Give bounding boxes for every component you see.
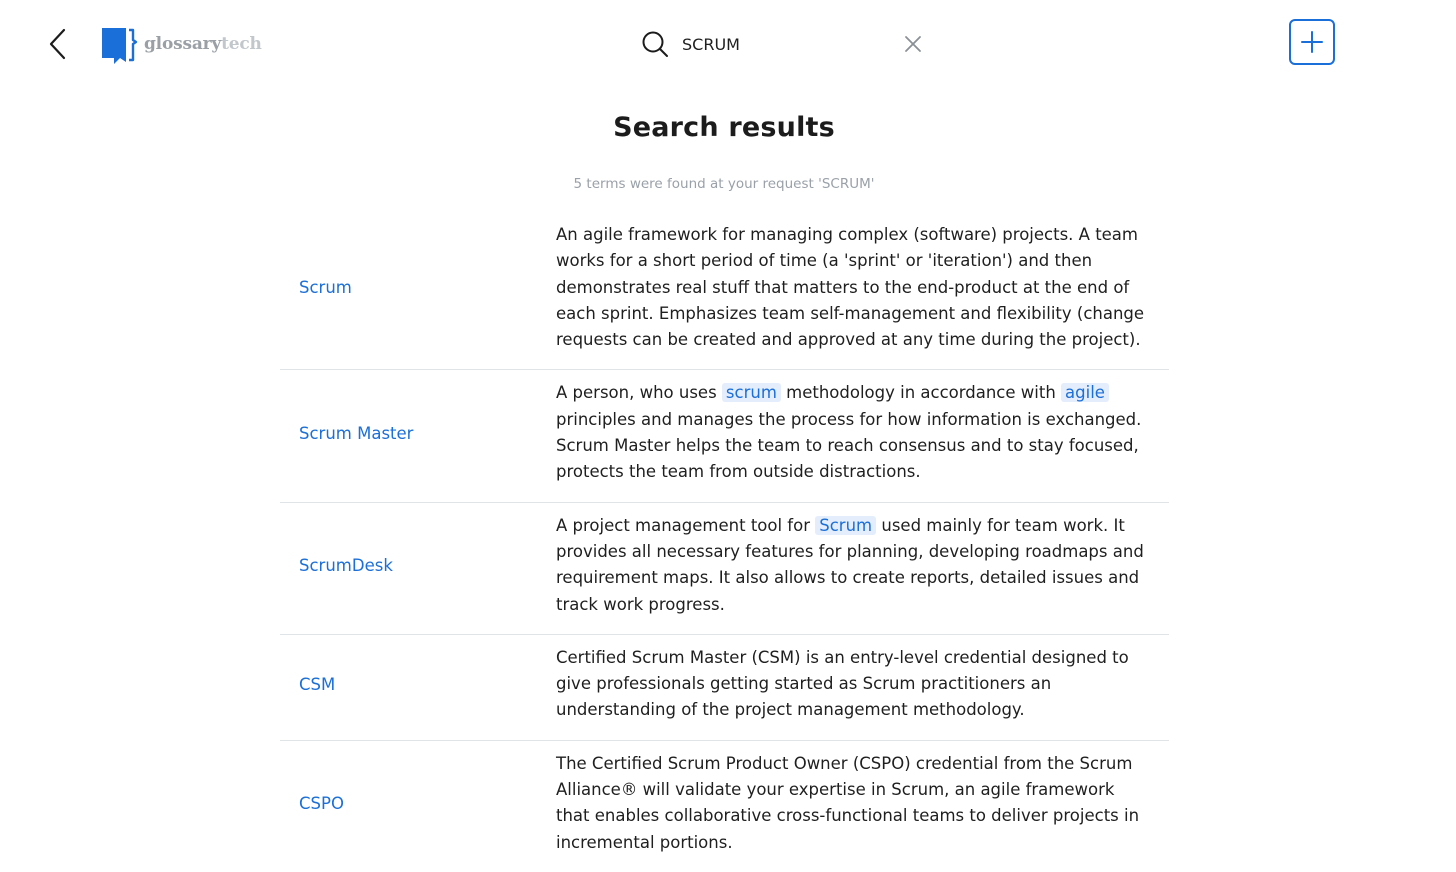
definition-text: methodology in accordance with xyxy=(780,383,1062,403)
back-button[interactable] xyxy=(42,26,76,62)
inline-term-link[interactable]: scrum xyxy=(721,383,781,403)
result-row: CSPO The Certified Scrum Product Owner (C… xyxy=(280,741,1169,872)
result-definition: A project management tool for Scrum used… xyxy=(556,513,1146,618)
search-bar xyxy=(640,26,940,62)
result-row: ScrumDesk A project management tool for S… xyxy=(280,503,1169,635)
close-icon[interactable] xyxy=(902,33,924,55)
top-bar: glossarytech xyxy=(0,0,1456,88)
definition-text: Certified Scrum Master (CSM) is an entry… xyxy=(556,647,1129,720)
search-input[interactable] xyxy=(682,30,892,58)
results-summary: 5 terms were found at your request 'SCRU… xyxy=(573,176,875,192)
definition-text: A person, who uses xyxy=(556,383,722,403)
result-row: Scrum Master A person, who uses scrum met… xyxy=(280,370,1169,503)
results-list: Scrum An agile framework for managing com… xyxy=(280,212,1169,872)
page-title: Search results xyxy=(613,112,835,143)
logo-text-secondary: tech xyxy=(221,33,262,54)
result-definition: The Certified Scrum Product Owner (CSPO)… xyxy=(556,751,1146,856)
result-definition: Certified Scrum Master (CSM) is an entry… xyxy=(556,645,1146,724)
result-term-link[interactable]: CSM xyxy=(280,675,556,694)
add-term-button[interactable] xyxy=(1289,19,1335,65)
result-definition: A person, who uses scrum methodology in … xyxy=(556,380,1146,485)
definition-text: A project management tool for xyxy=(556,515,816,535)
logo[interactable]: glossarytech xyxy=(100,24,262,66)
logo-wordmark: glossarytech xyxy=(144,34,262,54)
result-term-link[interactable]: ScrumDesk xyxy=(280,556,556,575)
result-term-link[interactable]: Scrum xyxy=(280,278,556,297)
inline-term-link[interactable]: agile xyxy=(1061,383,1109,403)
result-term-link[interactable]: Scrum Master xyxy=(280,424,556,443)
definition-text: The Certified Scrum Product Owner (CSPO)… xyxy=(556,753,1140,852)
definition-text: An agile framework for managing complex … xyxy=(556,225,1145,350)
result-row: Scrum An agile framework for managing com… xyxy=(280,212,1169,371)
logo-text-primary: glossary xyxy=(144,33,222,54)
search-icon xyxy=(642,31,668,57)
result-definition: An agile framework for managing complex … xyxy=(556,222,1146,353)
inline-term-link[interactable]: Scrum xyxy=(815,515,877,535)
result-term-link[interactable]: CSPO xyxy=(280,794,556,813)
result-row: CSM Certified Scrum Master (CSM) is an en… xyxy=(280,635,1169,741)
plus-icon xyxy=(1301,31,1323,53)
definition-text: principles and manages the process for h… xyxy=(556,409,1142,482)
bookmark-logo-icon xyxy=(102,28,138,64)
chevron-left-icon xyxy=(49,28,66,60)
